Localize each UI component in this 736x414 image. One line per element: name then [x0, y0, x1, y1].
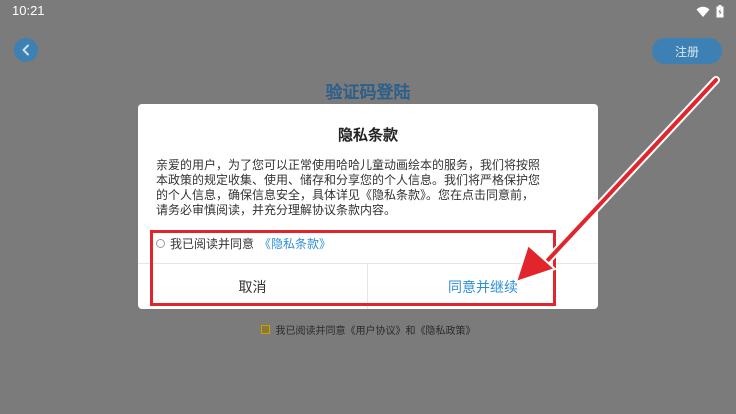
- status-time: 10:21: [12, 3, 45, 18]
- agreement-text: 我已阅读并同意《用户协议》和《隐私政策》: [275, 326, 476, 337]
- dialog-body-line: 本政策的规定收集、使用、储存和分享您的个人信息。我们将严格保护您: [156, 173, 541, 187]
- dialog-body: 亲爱的用户，为了您可以正常使用哈哈儿童动画绘本的服务，我们将按照 本政策的规定收…: [156, 158, 586, 218]
- status-bar: 10:21: [0, 0, 736, 24]
- status-icons: [696, 5, 724, 18]
- dialog-title: 隐私条款: [337, 126, 398, 144]
- highlight-box: [150, 230, 556, 306]
- register-button[interactable]: 注册: [652, 38, 722, 64]
- dialog-body-line: 的个人信息，确保信息安全，具体详见《隐私条款》。您在点击同意前，: [156, 188, 535, 202]
- bottom-agreement-row[interactable]: 我已阅读并同意《用户协议》和《隐私政策》: [0, 322, 736, 337]
- agreement-checkbox[interactable]: [260, 325, 270, 334]
- wifi-icon: [696, 6, 710, 17]
- chevron-left-icon: [22, 44, 29, 56]
- battery-icon: [716, 5, 724, 18]
- dialog-body-line: 请务必审慎阅读，并充分理解协议条款内容。: [156, 203, 397, 217]
- dialog-body-line: 亲爱的用户，为了您可以正常使用哈哈儿童动画绘本的服务，我们将按照: [156, 158, 541, 172]
- page-title: 验证码登陆: [325, 83, 411, 103]
- back-button[interactable]: [14, 38, 38, 62]
